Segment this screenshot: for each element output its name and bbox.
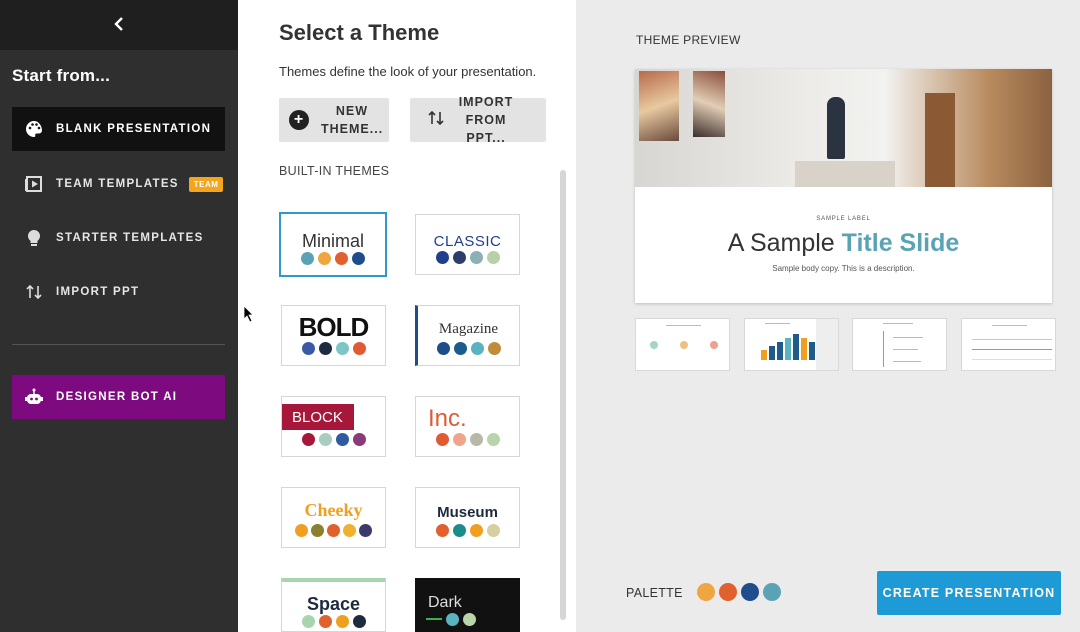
themes-panel: Select a Theme Themes define the look of… bbox=[238, 0, 576, 632]
sidebar-item-import-ppt[interactable]: IMPORT PPT bbox=[12, 270, 225, 314]
sidebar-item-label: IMPORT PPT bbox=[56, 286, 140, 298]
sidebar-item-blank-presentation[interactable]: BLANK PRESENTATION bbox=[12, 107, 225, 151]
theme-card-minimal[interactable]: Minimal bbox=[279, 212, 387, 277]
lightbulb-icon bbox=[24, 228, 44, 248]
preview-slide: SAMPLE LABEL A Sample Title Slide Sample… bbox=[635, 69, 1052, 303]
palette-swatch bbox=[763, 583, 781, 601]
import-arrows-icon bbox=[24, 282, 44, 302]
slide-title: A Sample Title Slide bbox=[727, 229, 960, 257]
theme-name: CLASSIC bbox=[433, 233, 502, 250]
theme-name: Dark bbox=[428, 594, 462, 611]
theme-name: Minimal bbox=[301, 231, 364, 251]
slide-thumbnail bbox=[744, 318, 839, 371]
theme-card-space[interactable]: Space bbox=[281, 578, 386, 632]
new-theme-label: NEW THEME... bbox=[321, 103, 384, 136]
import-arrows-icon bbox=[428, 109, 444, 132]
theme-dots bbox=[282, 615, 385, 628]
theme-dots bbox=[282, 433, 385, 446]
preview-panel: THEME PREVIEW SAMPLE LABEL A Sample Titl… bbox=[576, 0, 1080, 632]
themes-scrollbar[interactable] bbox=[560, 170, 566, 620]
start-from-heading: Start from... bbox=[12, 66, 111, 85]
built-in-themes-heading: BUILT-IN THEMES bbox=[279, 164, 390, 178]
theme-name: BOLD bbox=[298, 312, 370, 342]
create-presentation-button[interactable]: CREATE PRESENTATION bbox=[877, 571, 1061, 615]
import-from-ppt-button[interactable]: IMPORT FROM PPT... bbox=[410, 95, 546, 145]
sidebar-item-designer-bot[interactable]: DESIGNER BOT AI bbox=[12, 375, 225, 419]
theme-dots bbox=[418, 342, 519, 355]
sidebar: Start from... BLANK PRESENTATION TEAM TE… bbox=[0, 0, 238, 632]
palette-label: PALETTE bbox=[626, 586, 683, 600]
back-chevron-icon[interactable] bbox=[112, 14, 126, 36]
theme-card-museum[interactable]: Museum bbox=[415, 487, 520, 548]
theme-name: Cheeky bbox=[304, 500, 363, 520]
slide-body: Sample body copy. This is a description. bbox=[772, 264, 915, 273]
sidebar-item-team-templates[interactable]: TEAM TEMPLATES TEAM bbox=[12, 162, 225, 206]
palette-swatch bbox=[741, 583, 759, 601]
theme-name: Magazine bbox=[438, 321, 499, 337]
theme-dots bbox=[416, 524, 519, 537]
theme-dots bbox=[416, 251, 519, 264]
sidebar-item-label: BLANK PRESENTATION bbox=[56, 123, 212, 135]
theme-dots bbox=[282, 342, 385, 355]
sidebar-item-label: TEAM TEMPLATES bbox=[56, 178, 179, 190]
sidebar-item-starter-templates[interactable]: STARTER TEMPLATES bbox=[12, 216, 225, 260]
theme-preview-heading: THEME PREVIEW bbox=[636, 33, 741, 47]
new-theme-button[interactable]: + NEW THEME... bbox=[279, 98, 389, 142]
theme-dots bbox=[281, 252, 385, 265]
page-title: Select a Theme bbox=[279, 20, 440, 45]
theme-card-block[interactable]: BLOCK bbox=[281, 396, 386, 457]
slide-photo bbox=[635, 69, 1052, 187]
theme-card-dark[interactable]: Dark bbox=[415, 578, 520, 632]
theme-dots bbox=[282, 524, 385, 537]
theme-card-classic[interactable]: CLASSIC bbox=[415, 214, 520, 275]
slide-thumbnail bbox=[635, 318, 730, 371]
theme-card-cheeky[interactable]: Cheeky bbox=[281, 487, 386, 548]
theme-card-magazine[interactable]: Magazine bbox=[415, 305, 520, 366]
palette-icon bbox=[24, 119, 44, 139]
sidebar-item-label: DESIGNER BOT AI bbox=[56, 391, 178, 403]
palette-swatch bbox=[719, 583, 737, 601]
theme-name: Inc. bbox=[428, 405, 467, 432]
theme-card-inc[interactable]: Inc. bbox=[415, 396, 520, 457]
theme-dots bbox=[426, 613, 476, 626]
sidebar-item-label: STARTER TEMPLATES bbox=[56, 232, 204, 244]
palette-swatch bbox=[697, 583, 715, 601]
mouse-cursor-icon bbox=[243, 305, 254, 323]
team-badge: TEAM bbox=[188, 176, 224, 192]
theme-dots bbox=[416, 433, 519, 446]
palette-swatches bbox=[697, 583, 781, 601]
template-icon bbox=[24, 174, 44, 194]
theme-name: Space bbox=[306, 594, 361, 614]
slide-thumbnail bbox=[852, 318, 947, 371]
themes-description: Themes define the look of your presentat… bbox=[279, 64, 537, 79]
slide-thumbnail bbox=[961, 318, 1056, 371]
theme-name: Museum bbox=[437, 504, 498, 521]
theme-name: BLOCK bbox=[292, 409, 343, 426]
plus-circle-icon: + bbox=[289, 110, 309, 130]
import-label: IMPORT FROM PPT... bbox=[458, 94, 514, 146]
robot-icon bbox=[24, 387, 44, 407]
theme-card-bold[interactable]: BOLD bbox=[281, 305, 386, 366]
sidebar-topbar bbox=[0, 0, 238, 50]
slide-label: SAMPLE LABEL bbox=[816, 216, 871, 222]
sidebar-divider bbox=[12, 344, 225, 345]
